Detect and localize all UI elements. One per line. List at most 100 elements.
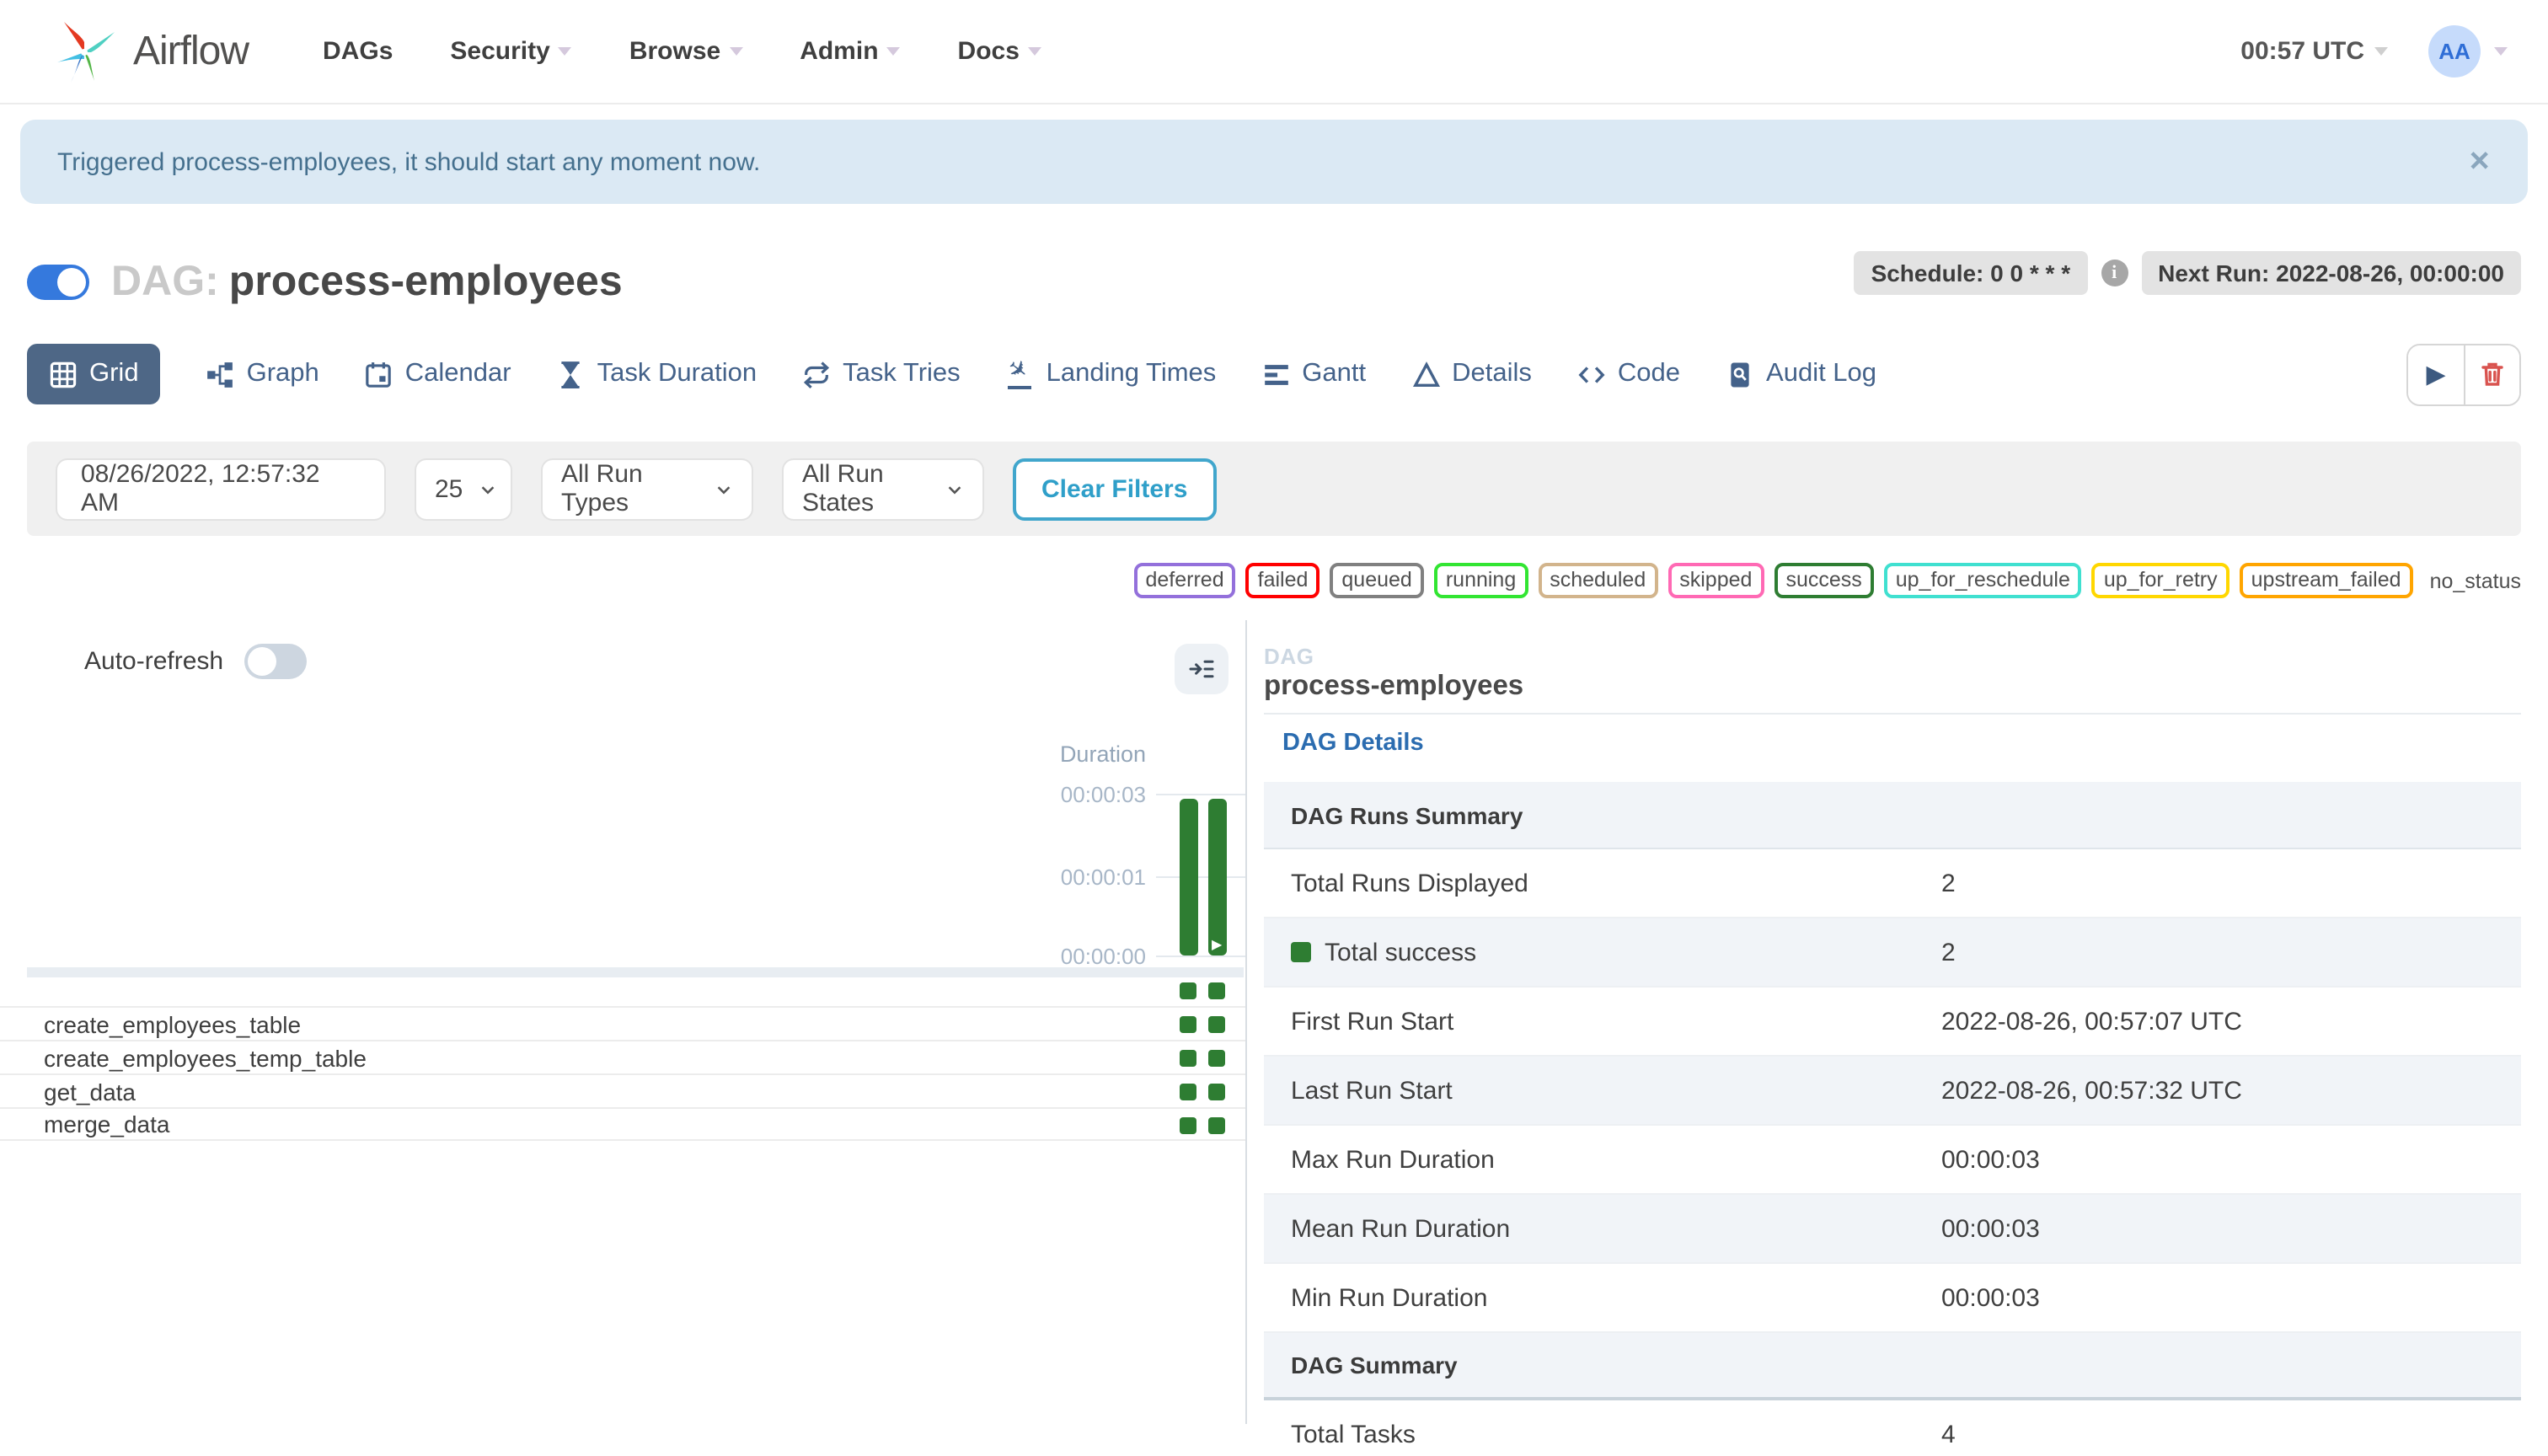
legend-deferred[interactable]: deferred xyxy=(1133,563,1236,598)
alert-close-button[interactable]: ✕ xyxy=(2468,145,2491,179)
airflow-logo[interactable]: Airflow xyxy=(51,18,249,85)
run-types-select[interactable]: All Run Types xyxy=(541,458,753,520)
row-value: 2022-08-26, 00:57:07 UTC xyxy=(1941,1007,2242,1036)
dag-run-status-square[interactable] xyxy=(1180,982,1196,999)
tab-gantt[interactable]: Gantt xyxy=(1261,359,1366,389)
avatar: AA xyxy=(2428,25,2481,78)
chevron-down-icon xyxy=(558,47,572,56)
collapse-details-panel-button[interactable] xyxy=(1175,644,1228,694)
user-menu[interactable]: AA xyxy=(2428,25,2508,78)
brand-name: Airflow xyxy=(133,28,249,73)
task-name: create_employees_table xyxy=(44,1010,302,1037)
gantt-bars-icon xyxy=(1264,364,1288,384)
schedule-badge: Schedule: 0 0 * * * xyxy=(1854,250,2088,294)
task-row[interactable]: merge_data xyxy=(0,1107,1245,1141)
auto-refresh-label: Auto-refresh xyxy=(84,647,224,676)
airflow-page: Airflow DAGs Security Browse Admin Docs … xyxy=(0,0,2548,1456)
legend-success[interactable]: success xyxy=(1774,563,1874,598)
row-label: Last Run Start xyxy=(1291,1076,1453,1105)
tab-code[interactable]: Code xyxy=(1577,359,1680,389)
tab-landing-times[interactable]: ✈ Landing Times xyxy=(1002,351,1216,389)
row-label: Mean Run Duration xyxy=(1291,1214,1511,1243)
dag-run-bar-2[interactable]: ▶ xyxy=(1208,799,1227,956)
legend-upstream-failed[interactable]: upstream_failed xyxy=(2239,563,2413,598)
trash-icon xyxy=(2481,362,2503,386)
task-instance-square[interactable] xyxy=(1180,1117,1196,1134)
base-date-input[interactable]: 08/26/2022, 12:57:32 AM xyxy=(56,458,386,520)
legend-up-for-reschedule[interactable]: up_for_reschedule xyxy=(1883,563,2082,598)
legend-failed[interactable]: failed xyxy=(1245,563,1320,598)
row-label: Max Run Duration xyxy=(1291,1145,1495,1174)
dag-pause-toggle[interactable] xyxy=(27,265,89,300)
divider xyxy=(1264,713,2521,715)
dag-details-link[interactable]: DAG Details xyxy=(1282,730,1424,757)
nav-item-browse[interactable]: Browse xyxy=(629,37,743,66)
nav-item-docs[interactable]: Docs xyxy=(958,37,1041,66)
nav-item-admin[interactable]: Admin xyxy=(800,37,901,66)
num-runs-select[interactable]: 25 xyxy=(415,458,512,520)
view-tabs: Grid Graph Calendar Task Duration Task T… xyxy=(0,340,2548,408)
dag-name: process-employees xyxy=(228,258,623,305)
task-row[interactable]: create_employees_table xyxy=(0,1006,1245,1040)
nav-item-security[interactable]: Security xyxy=(450,37,572,66)
task-instance-square[interactable] xyxy=(1208,1050,1225,1067)
dag-details-table: DAG Runs Summary Total Runs Displayed 2 … xyxy=(1264,782,2521,1456)
tab-task-tries[interactable]: Task Tries xyxy=(802,359,961,389)
section-header-dag-summary: DAG Summary xyxy=(1264,1333,2521,1400)
task-instance-square[interactable] xyxy=(1208,1016,1225,1033)
schedule-badges: Schedule: 0 0 * * * i Next Run: 2022-08-… xyxy=(1854,250,2521,294)
legend-skipped[interactable]: skipped xyxy=(1667,563,1764,598)
navbar-right: 00:57 UTC AA xyxy=(2240,25,2508,78)
chevron-down-icon xyxy=(729,47,743,56)
legend-up-for-retry[interactable]: up_for_retry xyxy=(2091,563,2230,598)
status-legend: deferred failed queued running scheduled… xyxy=(0,563,2548,598)
tab-calendar[interactable]: Calendar xyxy=(365,359,511,389)
table-row: Last Run Start 2022-08-26, 00:57:32 UTC xyxy=(1264,1057,2521,1126)
task-instance-square[interactable] xyxy=(1180,1050,1196,1067)
tab-details[interactable]: Details xyxy=(1411,359,1532,389)
task-name: create_employees_temp_table xyxy=(44,1044,367,1071)
schedule-info-icon[interactable]: i xyxy=(2101,259,2128,286)
chevron-down-icon xyxy=(948,485,961,494)
chevron-down-icon xyxy=(717,485,731,494)
delete-dag-button[interactable] xyxy=(2464,345,2519,404)
legend-running[interactable]: running xyxy=(1433,563,1528,598)
duration-axis-label: Duration xyxy=(1059,741,1146,767)
axis-baseline xyxy=(27,967,1244,977)
task-row[interactable]: create_employees_temp_table xyxy=(0,1040,1245,1073)
dag-run-status-square[interactable] xyxy=(1208,982,1225,999)
tab-audit-log[interactable]: Audit Log xyxy=(1726,359,1876,389)
task-instance-square[interactable] xyxy=(1180,1016,1196,1033)
legend-no-status: no_status xyxy=(2429,569,2521,592)
filter-bar: 08/26/2022, 12:57:32 AM 25 All Run Types… xyxy=(27,442,2521,536)
task-instance-square[interactable] xyxy=(1208,1117,1225,1134)
legend-scheduled[interactable]: scheduled xyxy=(1538,563,1658,598)
table-row: Total success 2 xyxy=(1264,918,2521,988)
panel-kicker: DAG xyxy=(1264,644,1314,669)
task-row[interactable]: get_data xyxy=(0,1073,1245,1107)
tab-task-duration[interactable]: Task Duration xyxy=(557,359,757,389)
tab-graph[interactable]: Graph xyxy=(206,359,319,389)
chevron-down-icon xyxy=(1027,47,1041,56)
run-states-select[interactable]: All Run States xyxy=(782,458,984,520)
auto-refresh-toggle[interactable] xyxy=(244,644,307,679)
table-row: Total Runs Displayed 2 xyxy=(1264,849,2521,918)
table-row: First Run Start 2022-08-26, 00:57:07 UTC xyxy=(1264,988,2521,1057)
main-nav: DAGs Security Browse Admin Docs xyxy=(323,37,1041,66)
dag-details-panel: DAG process-employees DAG Details DAG Ru… xyxy=(1245,620,2548,1448)
main-content: Auto-refresh Duration 00:00:03 00:00:01 … xyxy=(0,620,2548,1448)
dag-title-prefix: DAG: xyxy=(111,258,219,305)
task-instance-square[interactable] xyxy=(1208,1084,1225,1100)
task-name: merge_data xyxy=(44,1111,170,1138)
dag-action-buttons: ▶ xyxy=(2406,343,2521,405)
task-instance-square[interactable] xyxy=(1180,1084,1196,1100)
trigger-dag-button[interactable]: ▶ xyxy=(2408,345,2464,404)
nav-item-dags[interactable]: DAGs xyxy=(323,37,393,66)
timezone-selector[interactable]: 00:57 UTC xyxy=(2240,37,2388,66)
clear-filters-button[interactable]: Clear Filters xyxy=(1013,458,1217,520)
dag-run-bar-1[interactable] xyxy=(1180,799,1198,956)
gridline xyxy=(1156,876,1245,878)
legend-queued[interactable]: queued xyxy=(1330,563,1424,598)
triangle-icon xyxy=(1412,361,1440,387)
tab-grid[interactable]: Grid xyxy=(27,344,161,404)
